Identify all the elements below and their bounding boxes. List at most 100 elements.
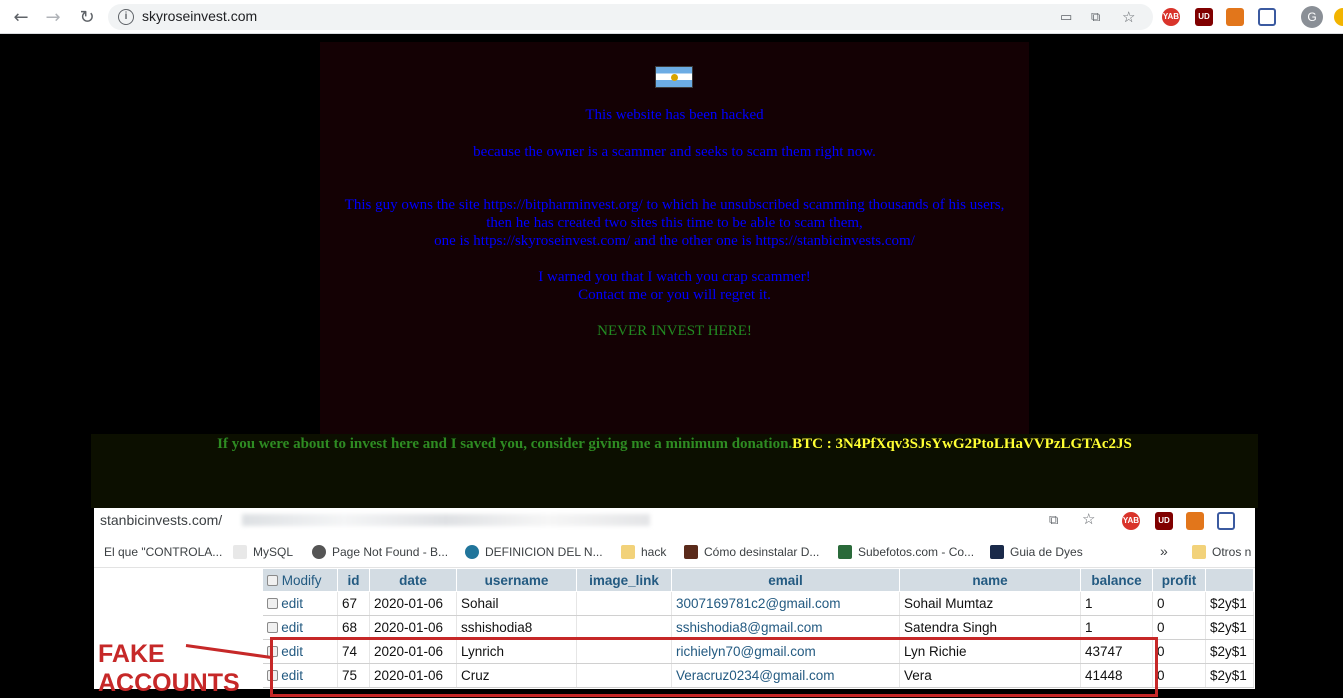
cell-extra: $2y$1	[1205, 615, 1254, 640]
bookmark-item: Guia de Dyes	[990, 545, 1083, 559]
blurred-url-region	[242, 514, 650, 526]
cell-profit: 0	[1152, 591, 1206, 616]
bookmark-item: Cómo desinstalar D...	[684, 545, 819, 559]
bookmark-item: hack	[621, 545, 666, 559]
cell-profit: 0	[1152, 663, 1206, 688]
extension-box-icon[interactable]	[1258, 8, 1276, 26]
bookmark-item: El que "CONTROLA...	[104, 545, 223, 559]
annotation-line-1: FAKE	[98, 640, 165, 668]
header-balance: balance	[1080, 568, 1153, 592]
embedded-box-icon	[1217, 512, 1235, 530]
row-checkbox	[266, 598, 278, 609]
annotation-line-2: ACCOUNTS	[98, 669, 240, 697]
globe-icon	[312, 545, 326, 559]
cell-name: Sohail Mumtaz	[899, 591, 1081, 616]
cell-profit: 0	[1152, 615, 1206, 640]
hacked-headline: This website has been hacked	[585, 107, 764, 123]
cell-id: 67	[337, 591, 370, 616]
hacked-reason: because the owner is a scammer and seeks…	[473, 144, 876, 160]
embedded-translate-icon: ⧉	[1049, 512, 1059, 527]
dyes-icon	[990, 545, 1004, 559]
donation-text: If you were about to invest here and I s…	[217, 436, 793, 452]
yab-extension-icon[interactable]: YAB	[1162, 8, 1180, 26]
edit-link: edit	[281, 596, 304, 611]
browser-toolbar: ← → ↻ i skyroseinvest.com ▭ ⧉ ☆ YAB UD G	[0, 0, 1343, 34]
bookmarks-overflow: »	[1160, 543, 1168, 559]
folder-icon	[1192, 545, 1206, 559]
bookmark-star-icon[interactable]: ☆	[1122, 8, 1138, 26]
embedded-ublock-icon: UD	[1155, 512, 1173, 530]
cell-balance: 1	[1080, 591, 1153, 616]
cell-date: 2020-01-06	[369, 591, 457, 616]
site-info-icon[interactable]: i	[118, 9, 134, 25]
edit-link: edit	[281, 620, 304, 635]
address-url[interactable]: skyroseinvest.com	[142, 8, 257, 24]
translate-icon[interactable]: ⧉	[1091, 10, 1107, 25]
bookmark-item: Page Not Found - B...	[312, 545, 448, 559]
cell-extra: $2y$1	[1205, 639, 1254, 664]
cell-balance: 1	[1080, 615, 1153, 640]
metamask-fox-icon[interactable]	[1226, 8, 1244, 26]
forward-icon[interactable]: →	[42, 6, 64, 28]
header-username: username	[456, 568, 577, 592]
cell-email: sshishodia8@gmail.com	[671, 615, 900, 640]
cell-email: 3007169781c2@gmail.com	[671, 591, 900, 616]
address-bar[interactable]: i skyroseinvest.com ▭ ⧉ ☆	[108, 4, 1153, 30]
cell-date: 2020-01-06	[369, 615, 457, 640]
wordpress-icon	[465, 545, 479, 559]
folder-icon	[621, 545, 635, 559]
row-checkbox	[266, 622, 278, 633]
never-invest-text: NEVER INVEST HERE!	[597, 323, 752, 339]
story-line-3: one is https://skyroseinvest.com/ and th…	[434, 233, 915, 249]
cell-image-link	[576, 615, 672, 640]
story-line-1: This guy owns the site https://bitpharmi…	[344, 197, 1005, 213]
header-modify: Modify	[262, 568, 338, 592]
site-icon	[684, 545, 698, 559]
header-id: id	[337, 568, 370, 592]
row-modify: edit	[262, 591, 338, 616]
secondary-avatar[interactable]	[1334, 8, 1343, 26]
table-row: edit 67 2020-01-06 Sohail 3007169781c2@g…	[262, 591, 1254, 616]
cell-image-link	[576, 591, 672, 616]
story-line-2: then he has created two sites this time …	[486, 215, 863, 231]
header-image-link: image_link	[576, 568, 672, 592]
cast-icon[interactable]: ▭	[1060, 10, 1076, 25]
embedded-star-icon: ☆	[1082, 511, 1096, 528]
back-icon[interactable]: ←	[10, 6, 32, 28]
embedded-address-bar: stanbicinvests.com/ ⧉ ☆ YAB UD	[94, 508, 1255, 538]
profile-avatar[interactable]: G	[1301, 6, 1323, 28]
cell-username: Sohail	[456, 591, 577, 616]
bookmark-item: Subefotos.com - Co...	[838, 545, 974, 559]
header-profit: profit	[1152, 568, 1206, 592]
table-row: edit 68 2020-01-06 sshishodia8 sshishodi…	[262, 615, 1254, 640]
row-modify: edit	[262, 615, 338, 640]
bookmark-item: Otros n	[1192, 545, 1251, 559]
cell-extra: $2y$1	[1205, 663, 1254, 688]
header-name: name	[899, 568, 1081, 592]
mysql-icon	[233, 545, 247, 559]
btc-address: BTC : 3N4PfXqv3SJsYwG2PtoLHaVVPzLGTAc2JS	[792, 436, 1132, 452]
cell-id: 68	[337, 615, 370, 640]
table-header-row: Modify id date username image_link email…	[262, 568, 1254, 592]
fake-accounts-annotation: FAKE ACCOUNTS	[98, 640, 240, 698]
argentina-flag-icon	[655, 66, 693, 88]
warning-line-1: I warned you that I watch you crap scamm…	[538, 269, 811, 285]
warning-line-2: Contact me or you will regret it.	[578, 287, 771, 303]
photo-icon	[838, 545, 852, 559]
cell-extra: $2y$1	[1205, 591, 1254, 616]
cell-profit: 0	[1152, 639, 1206, 664]
cell-name: Satendra Singh	[899, 615, 1081, 640]
bookmark-item: DEFINICION DEL N...	[465, 545, 603, 559]
bookmarks-bar: El que "CONTROLA... MySQL Page Not Found…	[94, 538, 1255, 568]
select-all-checkbox	[267, 574, 278, 586]
header-extra	[1205, 568, 1254, 592]
donation-message: If you were about to invest here and I s…	[91, 436, 1258, 453]
ublock-extension-icon[interactable]: UD	[1195, 8, 1213, 26]
header-email: email	[671, 568, 900, 592]
reload-icon[interactable]: ↻	[76, 6, 98, 28]
embedded-yab-icon: YAB	[1122, 512, 1140, 530]
fake-accounts-highlight-box	[270, 637, 1158, 697]
bookmark-item: MySQL	[233, 545, 293, 559]
cell-username: sshishodia8	[456, 615, 577, 640]
embedded-url: stanbicinvests.com/	[100, 512, 223, 528]
